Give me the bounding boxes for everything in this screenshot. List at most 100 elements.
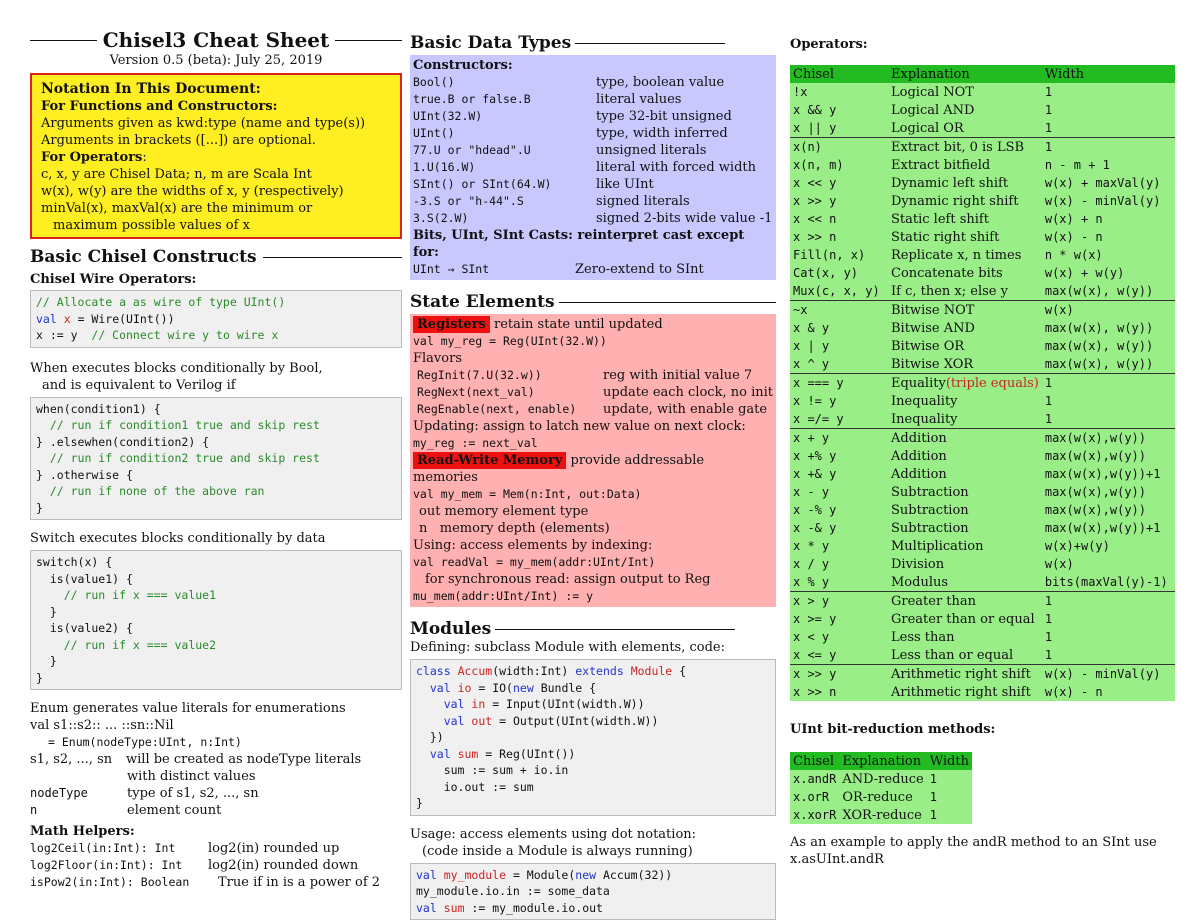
math-row-1: log2Ceil(in:Int): Intlog2(in) rounded up [30,840,402,857]
data-type-code: UInt() [413,125,596,142]
operator-chisel: x || y [790,119,888,138]
operators-table: ChiselExplanationWidth!xLogical NOT1x &&… [790,65,1175,701]
flavor-code: RegNext(next_val) [413,384,603,401]
operator-chisel: x < y [790,628,888,646]
operator-explanation-text: Inequality [891,412,958,427]
enum-line-3: s1, s2, ..., snwill be created as nodeTy… [30,751,402,768]
flavor-desc: update each clock, no init [603,384,773,401]
operator-explanation: Less than or equal [888,646,1042,665]
operator-width: 1 [1042,410,1175,429]
operator-row: x | yBitwise ORmax(w(x), w(y)) [790,337,1175,355]
operator-explanation: Dynamic left shift [888,174,1042,192]
write-code: mu_mem(addr:UInt/Int) := y [413,588,773,605]
operator-chisel: x >> n [790,228,888,246]
operator-width: max(w(x),w(y)) [1042,501,1175,519]
reduction-chisel: x.orR [790,788,839,806]
using-line: Using: access elements by indexing: [413,537,773,554]
operator-width: 1 [1042,628,1175,646]
operator-chisel: x / y [790,555,888,573]
data-type-row: true.B or false.Bliteral values [413,91,773,108]
operator-row: x === yEquality(triple equals)1 [790,374,1175,393]
operator-width: w(x) + n [1042,210,1175,228]
operator-chisel: x =/= y [790,410,888,429]
data-type-desc: type, width inferred [596,125,728,142]
operator-explanation: Bitwise AND [888,319,1042,337]
operator-explanation-text: Bitwise AND [891,321,975,336]
operator-chisel: Fill(n, x) [790,246,888,264]
operator-explanation-text: Division [891,557,944,572]
data-type-desc: like UInt [596,176,654,193]
operator-explanation-text: Bitwise OR [891,339,964,354]
mem-n: n memory depth (elements) [413,520,773,537]
operator-chisel: x && y [790,101,888,119]
data-type-desc: signed literals [596,193,690,210]
data-type-row: -3.S or "h-44".Ssigned literals [413,193,773,210]
notation-op3: minVal(x), maxVal(x) are the minimum or [41,200,392,217]
operator-row: x(n, m)Extract bitfieldn - m + 1 [790,156,1175,174]
operator-chisel: x === y [790,374,888,393]
operator-width: 1 [1042,392,1175,410]
usage-code-block: val my_module = Module(new Accum(32)) my… [410,863,776,920]
operator-explanation-text: Inequality [891,394,958,409]
operator-explanation-text: Modulus [891,575,948,590]
operator-row: Mux(c, x, y)If c, then x; else ymax(w(x)… [790,282,1175,301]
operator-explanation-text: Less than or equal [891,648,1013,663]
operator-explanation: Inequality [888,392,1042,410]
updating-line: Updating: assign to latch new value on n… [413,418,773,435]
operator-chisel: Cat(x, y) [790,264,888,282]
operators-header-row: ChiselExplanationWidth [790,65,1175,83]
operator-explanation: Logical OR [888,119,1042,138]
switch-desc: Switch executes blocks conditionally by … [30,530,402,547]
operator-explanation-text: Subtraction [891,485,969,500]
operator-chisel: x & y [790,319,888,337]
operator-chisel: ~x [790,301,888,320]
operator-row: x > yGreater than1 [790,592,1175,611]
data-type-code: 3.S(2.W) [413,210,596,227]
operator-chisel: x +& y [790,465,888,483]
operator-row: x << yDynamic left shiftw(x) + maxVal(y) [790,174,1175,192]
operator-row: x & yBitwise ANDmax(w(x), w(y)) [790,319,1175,337]
operator-explanation: Multiplication [888,537,1042,555]
state-box: Registers retain state until updated val… [410,314,776,607]
operator-explanation: Extract bit, 0 is LSB [888,138,1042,157]
cast-row: UInt → SIntZero-extend to SInt [413,261,773,278]
enum-line-5: nodeTypetype of s1, s2, ..., sn [30,785,402,802]
operator-explanation: Logical AND [888,101,1042,119]
flavor-code: RegInit(7.U(32.w)) [413,367,603,384]
data-type-code: 1.U(16.W) [413,159,596,176]
reg-code: val my_reg = Reg(UInt(32.W)) [413,333,773,350]
operator-chisel: x - y [790,483,888,501]
operator-row: x && yLogical AND1 [790,101,1175,119]
operator-width: bits(maxVal(y)-1) [1042,573,1175,592]
operator-width: max(w(x), w(y)) [1042,337,1175,355]
reduction-header-row: ChiselExplanationWidth [790,752,972,770]
operator-width: max(w(x),w(y))+1 [1042,519,1175,537]
reduction-example-1: As an example to apply the andR method t… [790,834,1180,851]
operator-width: w(x) - n [1042,683,1175,701]
operator-width: w(x) [1042,301,1175,320]
operator-explanation-text: Concatenate bits [891,266,1003,281]
reduction-chisel: x.andR [790,770,839,788]
operator-explanation-text: Logical NOT [891,85,974,100]
operator-width: 1 [1042,101,1175,119]
operator-row: x << nStatic left shiftw(x) + n [790,210,1175,228]
operator-row: x >= yGreater than or equal1 [790,610,1175,628]
reduction-explanation: OR-reduce [839,788,926,806]
operator-width: 1 [1042,119,1175,138]
update-code: my_reg := next_val [413,435,773,452]
operator-explanation: Inequality [888,410,1042,429]
registers-desc: retain state until updated [494,317,663,332]
column-middle: Basic Data Types Constructors: Bool()typ… [410,0,776,920]
operator-width: max(w(x),w(y)) [1042,483,1175,501]
operator-row: x =/= yInequality 1 [790,410,1175,429]
operator-row: x - ySubtraction max(w(x),w(y)) [790,483,1175,501]
operator-explanation-text: Dynamic right shift [891,194,1018,209]
operator-explanation: Less than [888,628,1042,646]
operators-column-header: Width [1042,65,1175,83]
operator-width: n * w(x) [1042,246,1175,264]
title-rule-right [335,40,402,41]
data-type-desc: type, boolean value [596,74,724,91]
operator-explanation-text: If c, then x; else y [891,284,1008,299]
data-type-desc: literal with forced width [596,159,756,176]
notation-op4: maximum possible values of x [41,217,392,234]
